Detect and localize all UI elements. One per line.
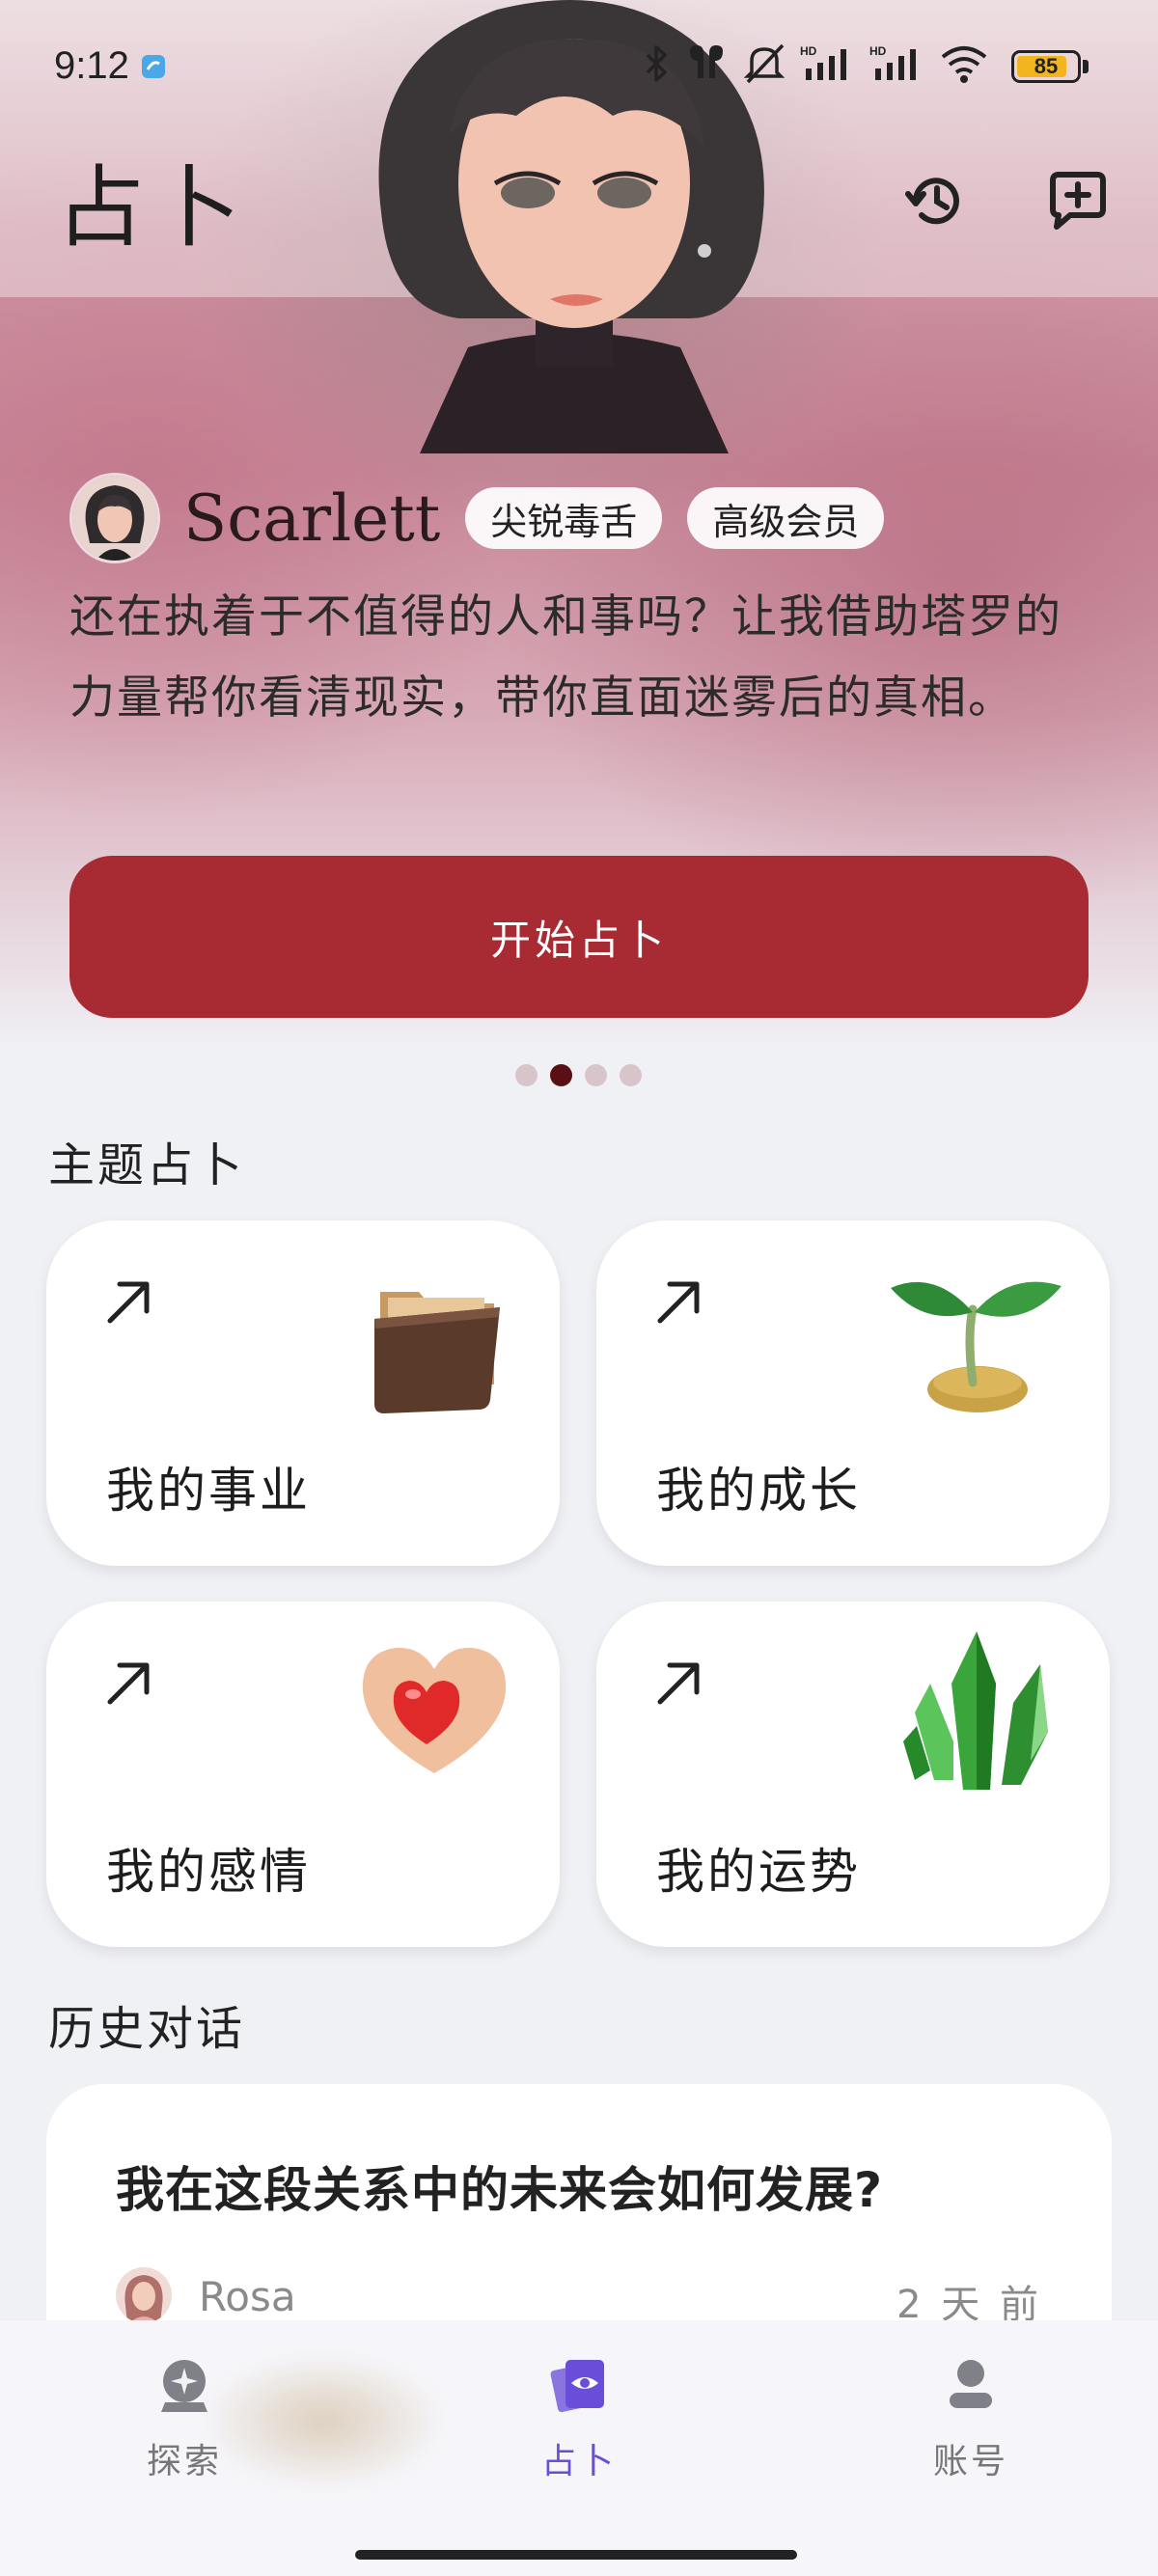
theme-card-love[interactable]: 我的感情 <box>46 1602 560 1947</box>
battery-indicator: 85 <box>1011 50 1081 83</box>
mute-icon <box>743 43 786 84</box>
start-divination-button[interactable]: 开始占卜 <box>69 856 1089 1018</box>
new-chat-button[interactable] <box>1040 164 1114 237</box>
earbuds-icon <box>690 45 723 78</box>
history-question: 我在这段关系中的未来会如何发展? <box>116 2162 884 2218</box>
theme-card-growth[interactable]: 我的成长 <box>596 1220 1110 1566</box>
heart-icon <box>362 1647 507 1773</box>
svg-text:HD: HD <box>800 44 817 58</box>
theme-card-label: 我的事业 <box>106 1463 311 1519</box>
theme-card-label: 我的运势 <box>656 1844 861 1900</box>
pager-dot-active[interactable] <box>550 1064 572 1086</box>
tab-divination[interactable]: 占卜 <box>482 2354 676 2483</box>
carousel-pager <box>515 1064 642 1086</box>
tab-label: 占卜 <box>540 2442 617 2481</box>
avatar[interactable] <box>69 473 160 563</box>
history-button[interactable] <box>899 164 973 237</box>
notification-app-icon <box>142 55 165 78</box>
battery-cap <box>1083 60 1089 73</box>
tab-label: 账号 <box>932 2442 1008 2481</box>
signal-hd-1-icon: HD <box>800 44 846 80</box>
character-profile: Scarlett 尖锐毒舌 高级会员 <box>69 473 885 563</box>
arrow-up-right-icon <box>107 1662 150 1705</box>
crystal-icon <box>903 1631 1048 1790</box>
folder-icon <box>374 1292 500 1413</box>
membership-tag: 高级会员 <box>687 487 885 549</box>
status-icons: HD HD <box>642 42 989 85</box>
theme-card-fortune[interactable]: 我的运势 <box>596 1602 1110 1947</box>
wifi-icon <box>941 46 987 83</box>
personality-tag: 尖锐毒舌 <box>465 487 663 549</box>
tab-label: 探索 <box>146 2442 222 2481</box>
arrow-up-right-icon <box>657 1662 700 1705</box>
arrow-up-right-icon <box>107 1281 150 1324</box>
sprout-icon <box>891 1281 1062 1412</box>
history-icon <box>905 178 959 225</box>
battery-percent: 85 <box>1034 54 1059 78</box>
pager-dot[interactable] <box>585 1064 607 1086</box>
bluetooth-icon <box>646 45 667 82</box>
svg-text:HD: HD <box>869 44 887 58</box>
pager-dot[interactable] <box>620 1064 642 1086</box>
character-name: Scarlett <box>183 480 441 556</box>
tarot-eye-icon <box>550 2360 604 2413</box>
crystal-ball-icon <box>161 2360 207 2412</box>
theme-card-label: 我的成长 <box>656 1463 861 1519</box>
avatar <box>116 2267 172 2323</box>
account-icon <box>950 2360 992 2408</box>
status-bar: 9:12 HD HD 85 <box>0 29 1158 106</box>
history-meta: Rosa 2 天 前 <box>116 2267 1042 2327</box>
pager-dot[interactable] <box>515 1064 538 1086</box>
home-indicator[interactable] <box>355 2550 797 2560</box>
status-time: 9:12 <box>54 44 129 87</box>
character-description: 还在执着于不值得的人和事吗？让我借助塔罗的力量帮你看清现实，带你直面迷雾后的真相… <box>69 590 1062 725</box>
chat-add-icon <box>1050 172 1106 230</box>
theme-card-career[interactable]: 我的事业 <box>46 1220 560 1566</box>
signal-hd-2-icon: HD <box>869 44 916 80</box>
page-title: 占卜 <box>56 156 250 260</box>
tab-account[interactable]: 账号 <box>874 2354 1067 2483</box>
tab-explore[interactable]: 探索 <box>88 2354 281 2483</box>
hero-banner[interactable]: 9:12 HD HD 85 占卜 Scarlett 尖锐毒舌 高级会员 还在执着… <box>0 0 1158 1052</box>
history-section-title: 历史对话 <box>48 2002 246 2056</box>
arrow-up-right-icon <box>657 1281 700 1324</box>
history-user: Rosa <box>199 2273 296 2320</box>
theme-section-title: 主题占卜 <box>48 1138 246 1192</box>
theme-card-label: 我的感情 <box>106 1844 311 1900</box>
